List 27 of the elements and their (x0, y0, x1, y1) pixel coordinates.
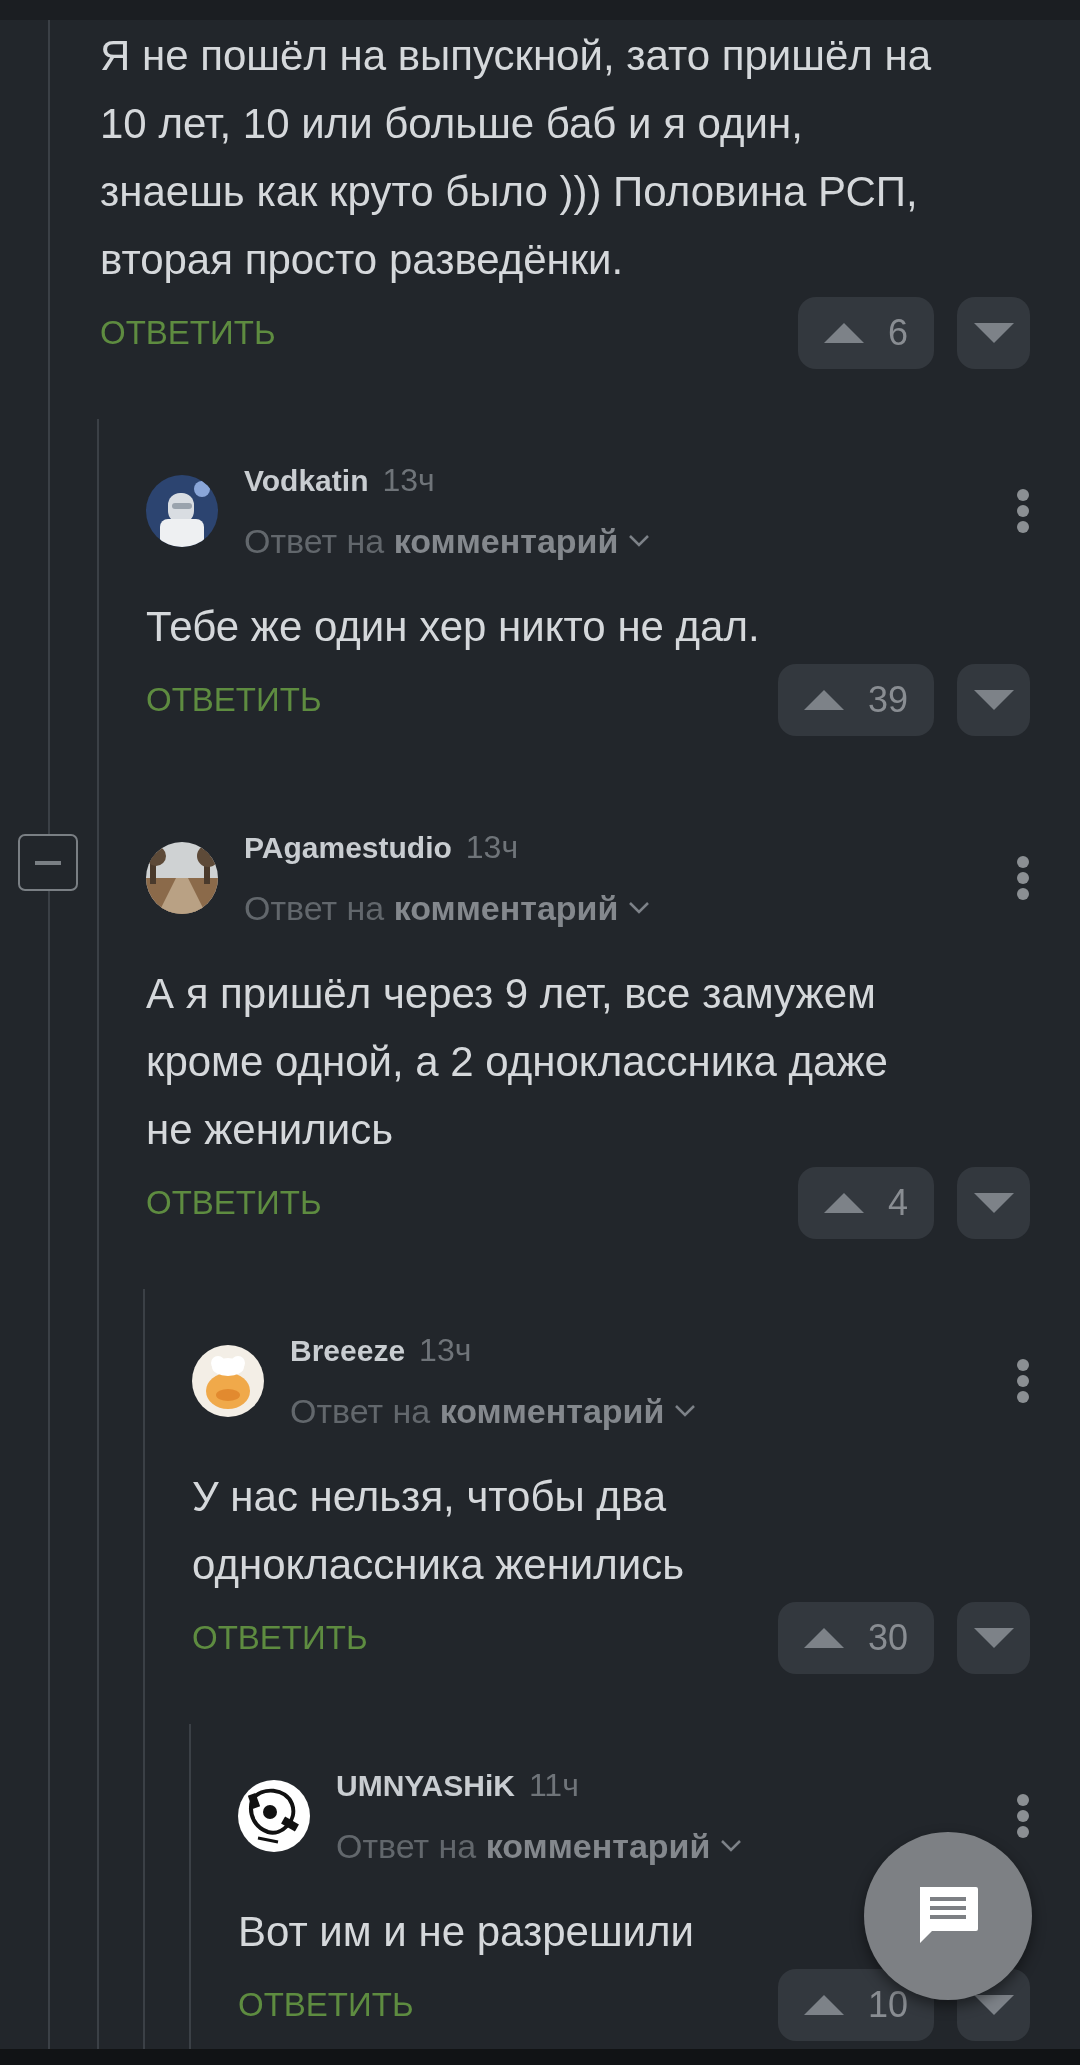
upvote-button[interactable]: 10 (777, 1969, 934, 2041)
reply-link[interactable]: ОТВЕТИТЬ (238, 1986, 414, 2024)
reply-to-link[interactable]: Ответ на комментарий (290, 1391, 697, 1431)
author-name[interactable]: Vodkatin (244, 461, 369, 501)
comment-text: У нас нельзя, чтобы два одноклассника женились (192, 1472, 686, 1590)
comment-time: 13ч (382, 461, 435, 500)
comment-text: Вот им и не разрешили (238, 1907, 695, 1957)
upvote-button[interactable]: 39 (777, 664, 934, 736)
comment-text: Тебе же один хер никто не дал. (146, 602, 760, 652)
reply-to-link[interactable]: Ответ на комментарий (244, 521, 651, 561)
upvote-button[interactable]: 4 (797, 1167, 934, 1239)
reply-link[interactable]: ОТВЕТИТЬ (100, 314, 276, 352)
reply-link[interactable]: ОТВЕТИТЬ (146, 681, 322, 719)
reply-link[interactable]: ОТВЕТИТЬ (192, 1619, 368, 1657)
upvote-button[interactable]: 30 (777, 1602, 934, 1674)
comment-time: 11ч (528, 1766, 579, 1805)
reply-to-link[interactable]: Ответ на комментарий (336, 1826, 743, 1866)
author-name[interactable]: Breeeze (290, 1331, 406, 1371)
comment-text: Я не пошёл на выпускной, зато пришёл на 10 лет, 10 или больше баб и я один, знаешь как круто было ))) Половина РСП, вторая просто разведёнки. (100, 31, 933, 285)
comment-text: А я пришёл через 9 лет, все замужем кроме одной, а 2 одноклассника даже не женились (146, 969, 889, 1155)
author-name[interactable]: PAgamestudio (244, 828, 452, 868)
comment-time: 13ч (465, 828, 519, 867)
author-name[interactable]: UMNYASHiK (336, 1766, 515, 1806)
reply-to-link[interactable]: Ответ на комментарий (244, 888, 651, 928)
upvote-button[interactable]: 6 (797, 297, 934, 369)
reply-link[interactable]: ОТВЕТИТЬ (146, 1184, 322, 1222)
comment-time: 13ч (419, 1331, 472, 1370)
